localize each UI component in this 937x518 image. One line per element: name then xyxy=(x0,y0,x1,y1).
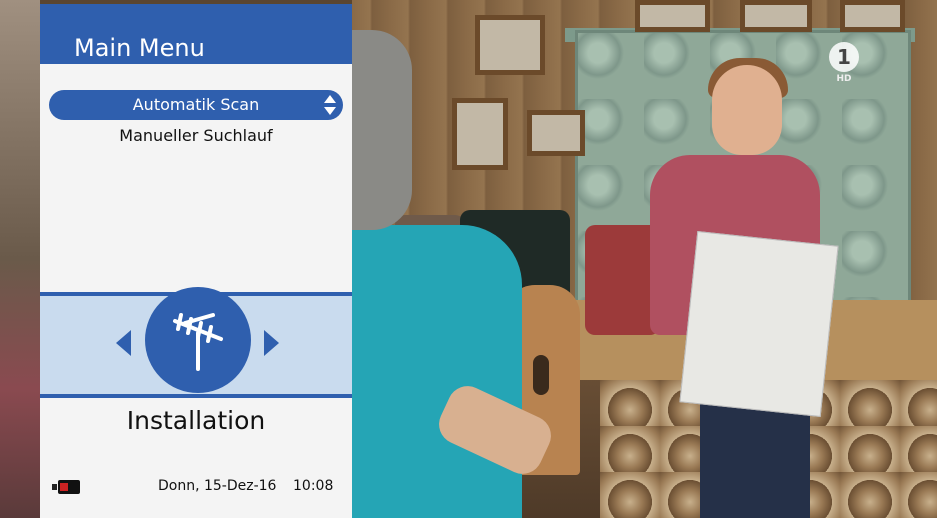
main-menu-panel: Main Menu Automatik Scan Manueller Suchl… xyxy=(40,4,352,518)
section-label: Installation xyxy=(126,406,266,435)
installation-section-button[interactable] xyxy=(145,287,251,393)
up-down-arrows-icon xyxy=(324,95,336,115)
footer-date: Donn, 15-Dez-16 xyxy=(158,478,277,494)
menu-item-automatik-scan[interactable]: Automatik Scan xyxy=(49,90,343,120)
hd-badge: HD xyxy=(836,74,852,84)
footer-time: 10:08 xyxy=(293,478,334,494)
left-arrow-icon[interactable] xyxy=(116,330,131,356)
page-title: Main Menu xyxy=(74,34,205,62)
menu-item-label: Manueller Suchlauf xyxy=(119,126,273,145)
channel-number: 1 xyxy=(829,42,859,72)
right-arrow-icon[interactable] xyxy=(264,330,279,356)
signal-card-icon xyxy=(52,480,80,494)
antenna-icon xyxy=(173,313,223,371)
menu-item-label: Automatik Scan xyxy=(132,95,260,114)
menu-item-manueller-suchlauf[interactable]: Manueller Suchlauf xyxy=(49,124,343,148)
channel-logo: 1 HD xyxy=(827,42,861,86)
